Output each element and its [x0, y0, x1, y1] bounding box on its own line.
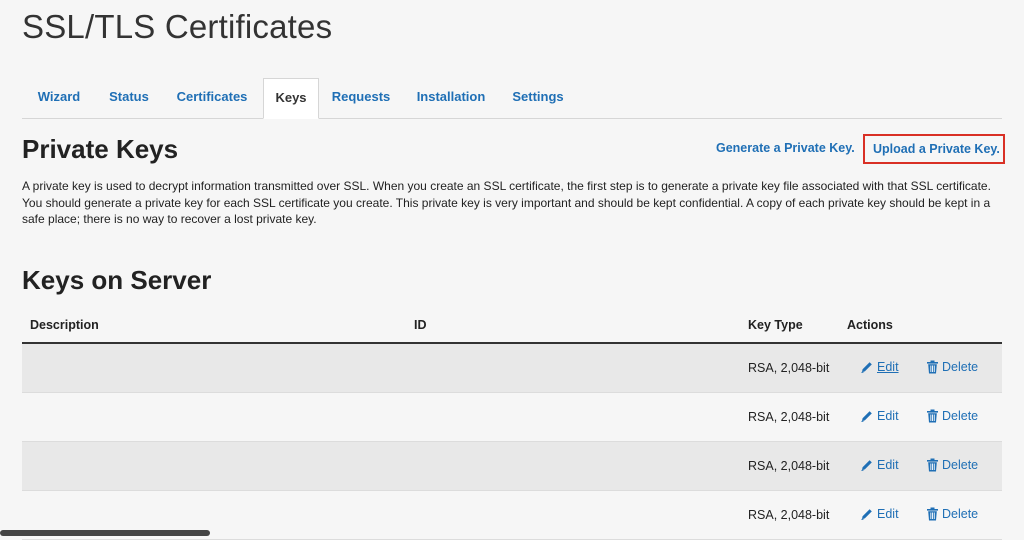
delete-label: Delete [942, 458, 979, 472]
edit-label: Edit [877, 458, 899, 472]
trash-icon [927, 409, 938, 423]
upload-private-key-link[interactable]: Upload a Private Key. [873, 142, 1000, 156]
delete-button[interactable]: Delete [926, 507, 978, 521]
tab-wizard[interactable]: Wizard [22, 78, 96, 118]
delete-label: Delete [942, 360, 979, 374]
generate-private-key-link[interactable]: Generate a Private Key. [716, 141, 855, 155]
delete-label: Delete [942, 507, 979, 521]
pencil-icon [861, 509, 872, 520]
tab-installation[interactable]: Installation [403, 78, 499, 118]
upload-link-highlight: Upload a Private Key. [863, 134, 1005, 164]
tab-certificates[interactable]: Certificates [162, 78, 262, 118]
column-id[interactable]: ID [414, 318, 427, 332]
key-type-cell: RSA, 2,048-bit [748, 459, 830, 473]
edit-label: Edit [877, 507, 899, 521]
key-type-cell: RSA, 2,048-bit [748, 508, 830, 522]
page-title: SSL/TLS Certificates [22, 8, 333, 45]
delete-button[interactable]: Delete [926, 458, 978, 472]
tab-requests[interactable]: Requests [319, 78, 403, 118]
delete-button[interactable]: Delete [926, 409, 978, 423]
edit-button[interactable]: Edit [860, 360, 899, 374]
tab-settings[interactable]: Settings [499, 78, 577, 118]
tab-keys[interactable]: Keys [263, 78, 319, 119]
table-row: RSA, 2,048-bit Edit Delete [22, 344, 1002, 393]
edit-label: Edit [877, 409, 899, 423]
trash-icon [927, 360, 938, 374]
private-keys-description: A private key is used to decrypt informa… [22, 179, 991, 226]
table-row: RSA, 2,048-bit Edit Delete [22, 442, 1002, 491]
edit-button[interactable]: Edit [860, 409, 899, 423]
tab-status[interactable]: Status [96, 78, 162, 118]
table-row: RSA, 2,048-bit Edit Delete [22, 393, 1002, 442]
pencil-icon [861, 460, 872, 471]
edit-button[interactable]: Edit [860, 507, 899, 521]
keys-table: Description ID Key Type Actions RSA, 2,0… [22, 306, 1002, 540]
edit-label: Edit [877, 360, 899, 374]
private-keys-title: Private Keys [22, 134, 179, 164]
edit-button[interactable]: Edit [860, 458, 899, 472]
pencil-icon [861, 362, 872, 373]
key-type-cell: RSA, 2,048-bit [748, 361, 830, 375]
tab-bar: Wizard Status Certificates Keys Requests… [22, 78, 1002, 119]
delete-button[interactable]: Delete [926, 360, 978, 374]
trash-icon [927, 458, 938, 472]
trash-icon [927, 507, 938, 521]
key-type-cell: RSA, 2,048-bit [748, 410, 830, 424]
column-key-type[interactable]: Key Type [748, 318, 803, 332]
horizontal-scrollbar[interactable] [0, 530, 210, 536]
keys-on-server-title: Keys on Server [22, 265, 212, 295]
table-header: Description ID Key Type Actions [22, 306, 1002, 344]
delete-label: Delete [942, 409, 979, 423]
pencil-icon [861, 411, 872, 422]
column-description[interactable]: Description [30, 318, 99, 332]
column-actions: Actions [847, 318, 893, 332]
